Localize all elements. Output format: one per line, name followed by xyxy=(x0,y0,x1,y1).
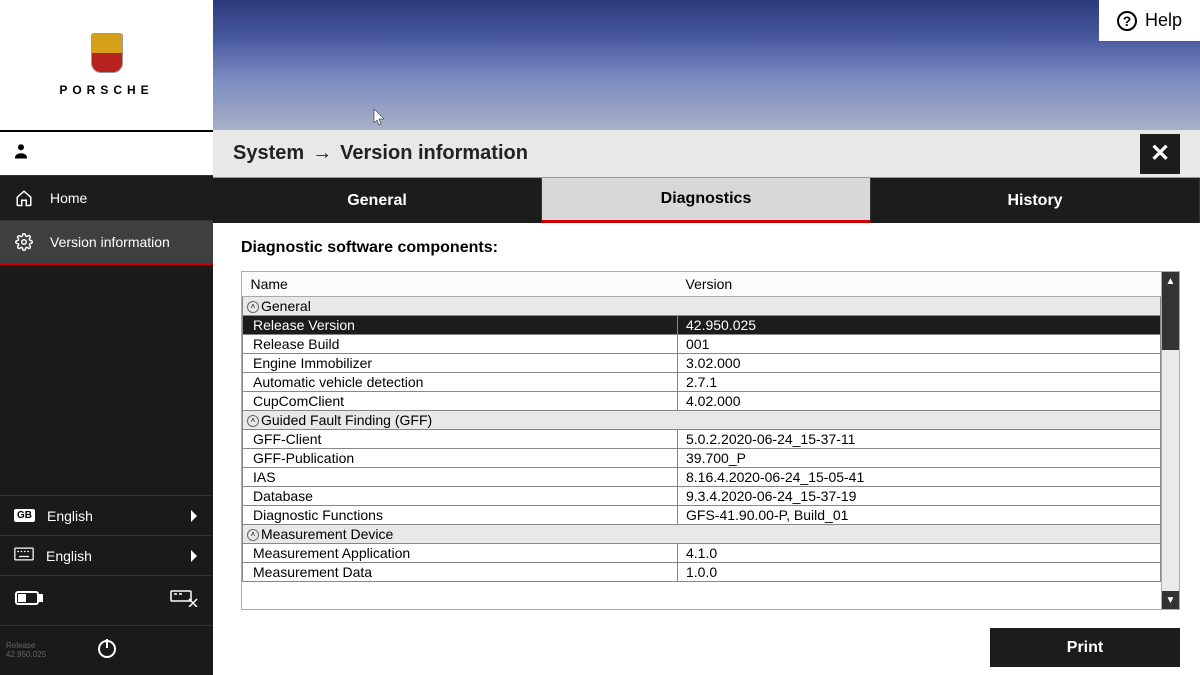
group-label: Guided Fault Finding (GFF) xyxy=(261,412,432,428)
gear-icon xyxy=(14,233,34,251)
tab-general[interactable]: General xyxy=(213,178,542,223)
cell-version: 8.16.4.2020-06-24_15-05-41 xyxy=(678,468,1161,487)
cell-version: 2.7.1 xyxy=(678,373,1161,392)
power-button[interactable] xyxy=(95,636,119,665)
col-version-header: Version xyxy=(678,272,1161,297)
cursor-icon xyxy=(373,108,387,129)
scroll-up-button[interactable]: ▲ xyxy=(1162,272,1179,290)
sidebar: PORSCHE Home Version information xyxy=(0,0,213,675)
scroll-thumb[interactable] xyxy=(1162,290,1179,350)
porsche-crest-icon xyxy=(91,33,123,73)
col-name-header: Name xyxy=(243,272,678,297)
cell-version: 3.02.000 xyxy=(678,354,1161,373)
chevron-right-icon xyxy=(189,549,199,563)
main-content: ? Help System → Version information ✕ Ge… xyxy=(213,0,1200,675)
cell-version: 39.700_P xyxy=(678,449,1161,468)
breadcrumb: System → Version information xyxy=(233,142,528,165)
table-row[interactable]: Database9.3.4.2020-06-24_15-37-19 xyxy=(243,487,1161,506)
scroll-track[interactable] xyxy=(1162,290,1179,591)
brand-name: PORSCHE xyxy=(59,83,153,97)
home-icon xyxy=(14,189,34,207)
chevron-right-icon xyxy=(189,509,199,523)
table-row[interactable]: Measurement Data1.0.0 xyxy=(243,563,1161,582)
help-icon: ? xyxy=(1117,11,1137,31)
cell-version: 9.3.4.2020-06-24_15-37-19 xyxy=(678,487,1161,506)
help-button[interactable]: ? Help xyxy=(1099,0,1200,41)
table-row[interactable]: Engine Immobilizer3.02.000 xyxy=(243,354,1161,373)
table-row[interactable]: Release Build001 xyxy=(243,335,1161,354)
cell-name: Engine Immobilizer xyxy=(243,354,678,373)
scroll-down-button[interactable]: ▼ xyxy=(1162,591,1179,609)
table-row[interactable]: GFF-Client5.0.2.2020-06-24_15-37-11 xyxy=(243,430,1161,449)
footer: Print xyxy=(213,620,1200,675)
group-row[interactable]: ˄Measurement Device xyxy=(243,525,1161,544)
gb-flag-icon: GB xyxy=(14,509,35,522)
cell-version: 5.0.2.2020-06-24_15-37-11 xyxy=(678,430,1161,449)
tab-diagnostics[interactable]: Diagnostics xyxy=(542,178,871,223)
collapse-icon: ˄ xyxy=(247,301,259,313)
language-selector[interactable]: GB English xyxy=(0,495,213,535)
table-row[interactable]: Diagnostic FunctionsGFS-41.90.00-P, Buil… xyxy=(243,506,1161,525)
group-row[interactable]: ˄General xyxy=(243,297,1161,316)
cell-name: GFF-Client xyxy=(243,430,678,449)
table-row[interactable]: IAS8.16.4.2020-06-24_15-05-41 xyxy=(243,468,1161,487)
close-button[interactable]: ✕ xyxy=(1140,134,1180,174)
arrow-right-icon: → xyxy=(312,142,332,165)
brand-logo-area: PORSCHE xyxy=(0,0,213,130)
collapse-icon: ˄ xyxy=(247,529,259,541)
help-label: Help xyxy=(1145,10,1182,31)
cell-name: Diagnostic Functions xyxy=(243,506,678,525)
cell-name: CupComClient xyxy=(243,392,678,411)
scrollbar[interactable]: ▲ ▼ xyxy=(1161,272,1179,609)
nav-version-label: Version information xyxy=(50,234,170,250)
keyboard-language-selector[interactable]: English xyxy=(0,535,213,575)
section-title: Diagnostic software components: xyxy=(241,239,1180,257)
banner: ? Help xyxy=(213,0,1200,130)
tab-history[interactable]: History xyxy=(871,178,1200,223)
cell-name: Automatic vehicle detection xyxy=(243,373,678,392)
cell-version: 4.1.0 xyxy=(678,544,1161,563)
table-row[interactable]: GFF-Publication39.700_P xyxy=(243,449,1161,468)
cell-name: IAS xyxy=(243,468,678,487)
cell-name: Measurement Application xyxy=(243,544,678,563)
cell-name: Measurement Data xyxy=(243,563,678,582)
cell-name: GFF-Publication xyxy=(243,449,678,468)
user-icon xyxy=(12,142,30,165)
breadcrumb-bar: System → Version information ✕ xyxy=(213,130,1200,178)
language-label: English xyxy=(47,508,93,524)
cell-version: 42.950.025 xyxy=(678,316,1161,335)
breadcrumb-root: System xyxy=(233,142,304,165)
tabs: General Diagnostics History xyxy=(213,178,1200,223)
keyboard-icon xyxy=(14,547,34,564)
group-label: Measurement Device xyxy=(261,526,393,542)
components-table: Name Version ˄GeneralRelease Version42.9… xyxy=(241,271,1180,610)
group-row[interactable]: ˄Guided Fault Finding (GFF) xyxy=(243,411,1161,430)
release-version: 42.950.025 xyxy=(6,651,46,660)
table-row[interactable]: Automatic vehicle detection2.7.1 xyxy=(243,373,1161,392)
nav-home[interactable]: Home xyxy=(0,175,213,220)
status-bar xyxy=(0,575,213,625)
cell-name: Database xyxy=(243,487,678,506)
table-row[interactable]: CupComClient4.02.000 xyxy=(243,392,1161,411)
cell-version: 4.02.000 xyxy=(678,392,1161,411)
power-row: Release 42.950.025 xyxy=(0,625,213,675)
cell-name: Release Version xyxy=(243,316,678,335)
keyboard-language-label: English xyxy=(46,548,92,564)
battery-icon xyxy=(14,589,44,612)
user-bar[interactable] xyxy=(0,130,213,175)
cell-version: 1.0.0 xyxy=(678,563,1161,582)
table-row[interactable]: Release Version42.950.025 xyxy=(243,316,1161,335)
print-button[interactable]: Print xyxy=(990,628,1180,667)
group-label: General xyxy=(261,298,311,314)
nav-version-information[interactable]: Version information xyxy=(0,220,213,265)
cell-name: Release Build xyxy=(243,335,678,354)
nav-home-label: Home xyxy=(50,190,87,206)
cell-version: GFS-41.90.00-P, Build_01 xyxy=(678,506,1161,525)
breadcrumb-page: Version information xyxy=(340,142,528,165)
table-row[interactable]: Measurement Application4.1.0 xyxy=(243,544,1161,563)
device-disconnected-icon xyxy=(169,589,199,612)
collapse-icon: ˄ xyxy=(247,415,259,427)
cell-version: 001 xyxy=(678,335,1161,354)
